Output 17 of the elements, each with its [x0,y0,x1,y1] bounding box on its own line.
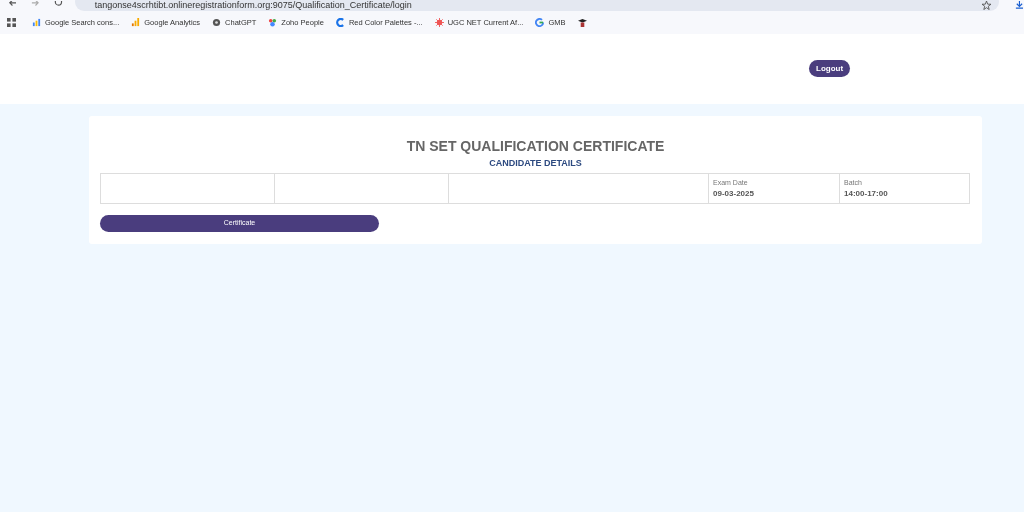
section-heading: CANDIDATE DETAILS [488,157,583,169]
graduation-cap-icon[interactable] [577,18,587,27]
bar-chart-icon [32,18,41,27]
bar-chart-icon [131,18,141,27]
download-icon[interactable] [1015,1,1024,10]
burst-icon [434,18,444,27]
field-value: 14:00-17:00 [844,188,889,199]
page-title: TN SET QUALIFICATION CERTIFICATE [405,137,666,155]
star-icon[interactable] [982,1,992,10]
field-value: 09-03-2025 [713,188,755,199]
logout-button[interactable]: Logout [809,60,851,77]
url-text: tangonse4scrhtibt.onlineregistrationform.org:9075/Qualification_Certificate/login [94,0,412,10]
c-logo-icon [335,18,345,27]
apps-icon[interactable] [7,18,16,27]
people-icon [268,18,278,27]
g-logo-icon [535,18,545,27]
address-bar[interactable]: tangonse4scrhtibt.onlineregistrationform.org:9075/Qualification_Certificate/login [74,0,1000,11]
